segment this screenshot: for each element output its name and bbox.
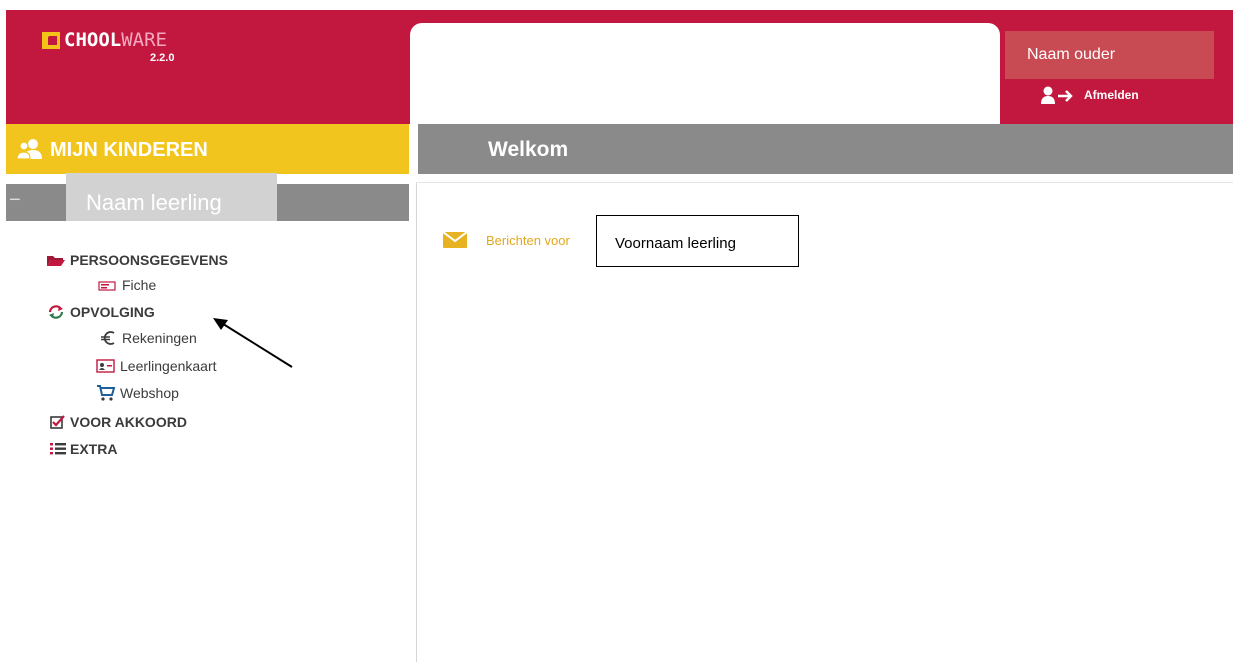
nav-opvolging[interactable]: OPVOLGING [46,304,155,320]
nav-label: VOOR AKKOORD [70,414,187,430]
users-icon [16,139,42,160]
student-name: Naam leerling [86,190,222,215]
list-icon [50,443,66,455]
checkbox-icon [50,415,65,429]
nav-fiche[interactable]: Fiche [98,277,156,293]
messages-link[interactable]: Berichten voor [443,232,570,248]
nav-label: Fiche [122,277,157,293]
messages-label: Berichten voor [486,232,570,248]
header-tab [410,23,1000,124]
nav-label: OPVOLGING [70,304,155,320]
euro-icon [101,331,115,345]
logout-label: Afmelden [1084,88,1139,102]
parent-name-box: Naam ouder [1005,31,1214,79]
student-card-icon [96,359,115,373]
welcome-bar: Welkom [418,124,1233,174]
student-firstname-callout: Voornaam leerling [596,215,799,267]
nav-label: PERSOONSGEGEVENS [70,252,228,268]
collapse-icon[interactable]: − [9,189,21,212]
divider [418,182,1233,183]
divider [416,182,417,662]
id-card-icon [98,281,116,291]
my-children-header: MIJN KINDEREN [6,124,409,174]
nav-extra[interactable]: EXTRA [50,441,117,457]
nav-persoonsgegevens[interactable]: PERSOONSGEGEVENS [46,252,228,268]
nav-label: Webshop [120,385,179,401]
cart-icon [97,385,116,401]
logo-mark-icon [42,32,60,49]
version-label: 2.2.0 [150,52,175,64]
student-name-box[interactable]: Naam leerling [66,173,277,221]
annotation-arrow [213,318,293,368]
refresh-icon [48,305,64,319]
user-logout-icon [1041,86,1073,104]
folder-open-icon [47,256,65,266]
page-title: Welkom [488,138,569,161]
nav-label: EXTRA [70,441,118,457]
nav-label: Rekeningen [122,330,197,346]
student-firstname: Voornaam leerling [615,235,736,252]
logout-button[interactable]: Afmelden [1040,84,1139,106]
nav-leerlingenkaart[interactable]: Leerlingenkaart [96,358,217,374]
nav-webshop[interactable]: Webshop [96,384,179,402]
nav-rekeningen[interactable]: Rekeningen [98,330,197,346]
nav-voor-akkoord[interactable]: VOOR AKKOORD [50,414,187,430]
envelope-icon [443,232,467,248]
my-children-title: MIJN KINDEREN [50,139,208,161]
parent-name: Naam ouder [1027,46,1116,63]
